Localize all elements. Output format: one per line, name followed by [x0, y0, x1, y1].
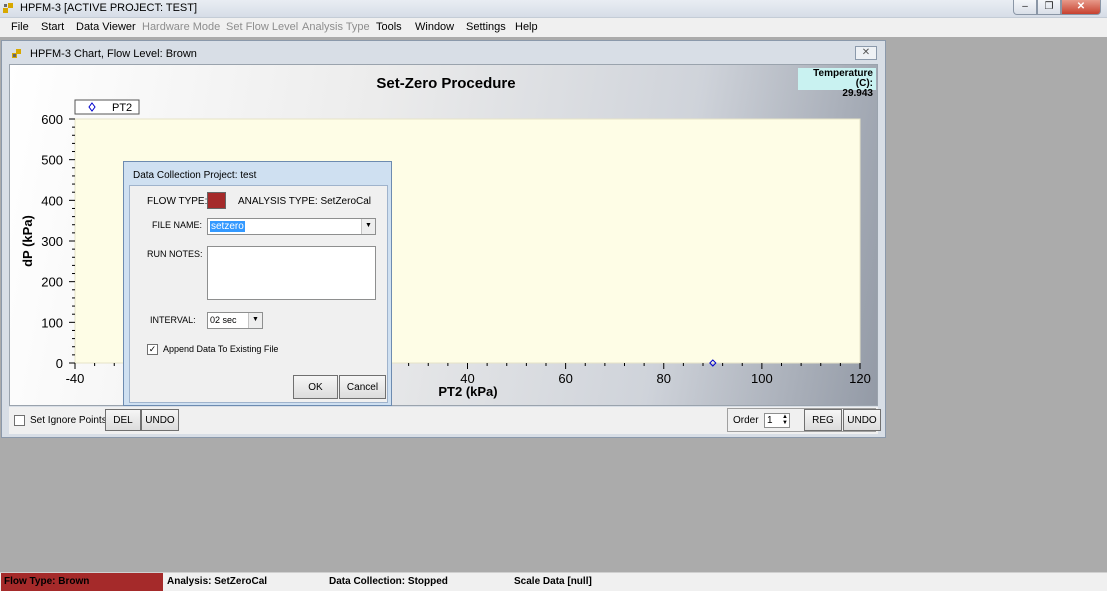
- order-value: 1: [767, 415, 773, 426]
- close-icon[interactable]: ✕: [1061, 0, 1101, 15]
- menu-window[interactable]: Window: [415, 21, 454, 33]
- y-tick-label: 600: [41, 112, 63, 127]
- undo-button-right[interactable]: UNDO: [843, 409, 881, 431]
- x-axis-label: PT2 (kPa): [438, 384, 497, 399]
- data-collection-status-text: Data Collection: Stopped: [329, 576, 448, 587]
- dialog-body: FLOW TYPE: ANALYSIS TYPE: SetZeroCal FIL…: [129, 185, 388, 403]
- menu-help[interactable]: Help: [515, 21, 538, 33]
- cancel-button[interactable]: Cancel: [339, 375, 386, 399]
- y-axis-label: dP (kPa): [20, 215, 35, 267]
- title-bar: HPFM-3 [ACTIVE PROJECT: TEST] – ❐ ✕: [0, 0, 1107, 18]
- reg-button[interactable]: REG: [804, 409, 842, 431]
- y-tick-label: 0: [56, 356, 63, 371]
- x-tick-label: 100: [751, 371, 773, 386]
- menu-set-flow-level[interactable]: Set Flow Level: [226, 21, 298, 33]
- chart-legend: PT2: [74, 99, 140, 115]
- order-spinner[interactable]: 1 ▲ ▼: [764, 413, 790, 428]
- window-title: HPFM-3 [ACTIVE PROJECT: TEST]: [20, 2, 198, 14]
- flow-type-swatch: [207, 192, 226, 209]
- menu-file[interactable]: File: [11, 21, 29, 33]
- chart-window-icon: [12, 49, 21, 58]
- file-name-label: FILE NAME:: [152, 220, 203, 230]
- interval-label: INTERVAL:: [150, 315, 196, 325]
- analysis-type-text: ANALYSIS TYPE: SetZeroCal: [238, 196, 372, 207]
- y-tick-label: 300: [41, 234, 63, 249]
- data-collection-dialog: Data Collection Project: test FLOW TYPE:…: [123, 161, 392, 406]
- append-data-checkbox[interactable]: ✓: [147, 344, 158, 355]
- app-icon: [3, 3, 13, 13]
- dialog-title: Data Collection Project: test: [133, 170, 257, 181]
- x-tick-label: 80: [657, 371, 671, 386]
- append-data-label: Append Data To Existing File: [163, 344, 279, 354]
- chart-window-close-icon[interactable]: ✕: [855, 46, 877, 60]
- temperature-value: 29.943: [842, 88, 873, 99]
- y-tick-label: 400: [41, 193, 63, 208]
- menu-settings[interactable]: Settings: [466, 21, 506, 33]
- order-label: Order: [733, 415, 759, 426]
- run-notes-label: RUN NOTES:: [147, 249, 203, 259]
- x-tick-label: 120: [849, 371, 871, 386]
- chart-window-title: HPFM-3 Chart, Flow Level: Brown: [30, 48, 197, 60]
- undo-button-left[interactable]: UNDO: [141, 409, 179, 431]
- menu-start[interactable]: Start: [41, 21, 64, 33]
- y-tick-label: 500: [41, 153, 63, 168]
- interval-value: 02 sec: [210, 315, 237, 325]
- temperature-readout: Temperature (C): 29.943: [798, 68, 876, 99]
- spinner-arrows-icon[interactable]: ▲ ▼: [782, 414, 788, 426]
- set-ignore-points-checkbox[interactable]: [14, 415, 25, 426]
- ok-button[interactable]: OK: [293, 375, 338, 399]
- file-name-combobox[interactable]: setzero ▼: [207, 218, 376, 235]
- scale-data-status-text: Scale Data [null]: [514, 576, 592, 587]
- menu-bar: File Start Data Viewer Hardware Mode Set…: [0, 18, 1107, 37]
- status-bar: Flow Type: Brown Analysis: SetZeroCal Da…: [0, 572, 1107, 591]
- legend-label-pt2: PT2: [112, 102, 132, 114]
- flow-type-status-text: Flow Type: Brown: [4, 576, 90, 587]
- del-button[interactable]: DEL: [105, 409, 141, 431]
- x-tick-label: 60: [558, 371, 572, 386]
- menu-analysis-type[interactable]: Analysis Type: [302, 21, 370, 33]
- y-tick-label: 200: [41, 275, 63, 290]
- menu-tools[interactable]: Tools: [376, 21, 402, 33]
- chevron-down-icon[interactable]: ▼: [361, 219, 375, 234]
- y-tick-label: 100: [41, 315, 63, 330]
- restore-icon[interactable]: ❐: [1037, 0, 1061, 15]
- analysis-status-text: Analysis: SetZeroCal: [167, 576, 268, 587]
- chart-toolbar: Set Ignore Points DEL UNDO Order 1 ▲ ▼ RE…: [9, 407, 881, 434]
- file-name-value: setzero: [210, 221, 245, 232]
- chevron-down-icon[interactable]: ▼: [248, 313, 262, 328]
- menu-hardware-mode[interactable]: Hardware Mode: [142, 21, 220, 33]
- temperature-label: Temperature (C):: [813, 68, 873, 89]
- menu-data-viewer[interactable]: Data Viewer: [76, 21, 136, 33]
- minimize-icon[interactable]: –: [1013, 0, 1037, 15]
- interval-dropdown[interactable]: 02 sec ▼: [207, 312, 263, 329]
- set-ignore-points-label: Set Ignore Points: [30, 415, 107, 426]
- chart-title: Set-Zero Procedure: [376, 75, 515, 92]
- x-tick-label: -40: [66, 371, 85, 386]
- run-notes-textarea[interactable]: [207, 246, 376, 300]
- flow-type-label: FLOW TYPE:: [147, 196, 208, 207]
